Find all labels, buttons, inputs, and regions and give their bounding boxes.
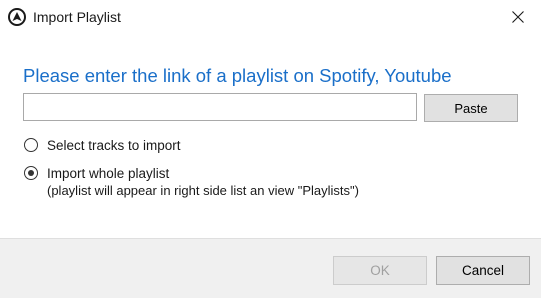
- close-button[interactable]: [495, 0, 541, 34]
- radio-select-tracks-label: Select tracks to import: [47, 138, 181, 153]
- app-logo-icon: [8, 8, 26, 26]
- radio-import-whole-playlist-label: Import whole playlist: [47, 166, 170, 181]
- cancel-button[interactable]: Cancel: [436, 256, 530, 285]
- window-title: Import Playlist: [33, 9, 121, 25]
- radio-select-tracks-circle[interactable]: [24, 138, 38, 152]
- radio-import-whole-playlist-text: Import whole playlist (playlist will app…: [47, 165, 359, 199]
- paste-button[interactable]: Paste: [424, 94, 518, 122]
- title-bar: Import Playlist: [0, 0, 541, 34]
- playlist-link-input[interactable]: [23, 93, 417, 121]
- close-icon: [512, 11, 524, 23]
- import-playlist-dialog: Import Playlist Please enter the link of…: [0, 0, 541, 298]
- ok-button[interactable]: OK: [333, 256, 427, 285]
- dialog-footer: OK Cancel: [0, 238, 541, 298]
- radio-select-tracks[interactable]: Select tracks to import: [24, 137, 181, 154]
- instruction-heading: Please enter the link of a playlist on S…: [23, 65, 452, 86]
- radio-import-whole-playlist-circle[interactable]: [24, 166, 38, 180]
- radio-import-whole-playlist[interactable]: Import whole playlist (playlist will app…: [24, 165, 359, 199]
- radio-import-whole-playlist-sublabel: (playlist will appear in right side list…: [47, 183, 359, 198]
